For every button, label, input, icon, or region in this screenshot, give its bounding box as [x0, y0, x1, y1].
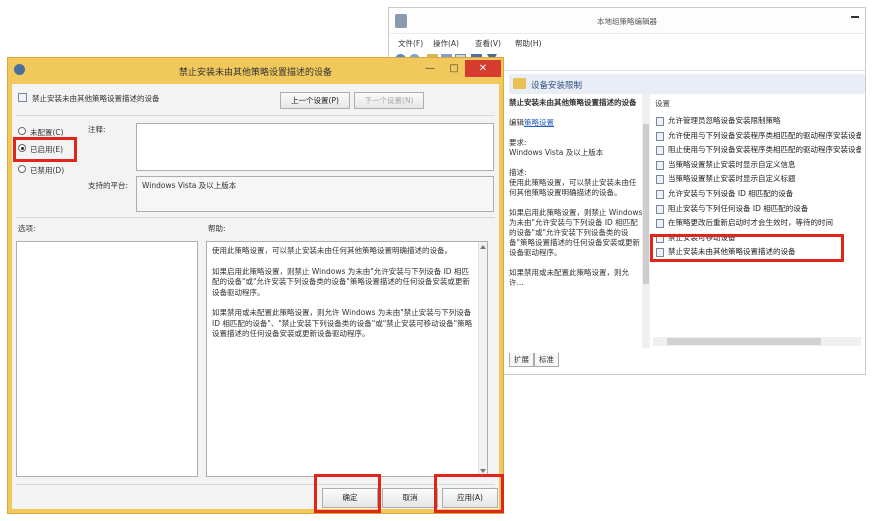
editor-title: 本地组策略编辑器	[597, 17, 657, 26]
help-paragraph: 如果禁用或未配置此策略设置，则允许 Windows 为未由"禁止安装与下列设备 …	[212, 308, 473, 338]
hscroll-thumb[interactable]	[667, 338, 821, 345]
radio-disabled-label: 已禁用(D)	[30, 166, 65, 175]
supported-platform-box: Windows Vista 及以上版本	[136, 176, 494, 212]
options-panel	[16, 241, 198, 477]
help-text: 使用此策略设置，可以禁止安装未由任何其他策略设置明确描述的设备。 如果启用此策略…	[207, 242, 487, 354]
supported-platform-value: Windows Vista 及以上版本	[142, 181, 237, 190]
settings-column-header[interactable]: 设置	[655, 98, 670, 109]
minimize-icon[interactable]: —	[419, 60, 441, 77]
edit-prefix: 编辑	[509, 118, 524, 127]
minimize-icon[interactable]	[851, 16, 859, 18]
setting-row[interactable]: 允许安装与下列设备 ID 相匹配的设备	[655, 187, 861, 202]
description-text: 使用此策略设置，可以禁止安装未由任何其他策略设置明确描述的设备。	[509, 178, 637, 197]
policy-icon	[18, 93, 27, 102]
description-more-2: 如果禁用或未配置此策略设置，则允许...	[509, 268, 629, 287]
policy-icon	[656, 131, 664, 141]
editor-menubar: 文件(F) 操作(A) 查看(V) 帮助(H)	[389, 34, 865, 51]
dialog-titlebar: 禁止安装未由其他策略设置描述的设备 — □ ✕	[8, 58, 503, 82]
policy-icon	[656, 146, 664, 156]
highlight-enabled-radio	[13, 137, 77, 162]
setting-label: 当策略设置禁止安装时显示自定义信息	[668, 159, 796, 169]
setting-row[interactable]: 当策略设置禁止安装时显示自定义标题	[655, 172, 861, 187]
content-header-title: 设备安装限制	[531, 81, 583, 91]
requirements-label: 要求:	[509, 138, 527, 147]
menu-action[interactable]: 操作(A)	[433, 38, 459, 49]
edit-policy-row: 编辑策略设置	[509, 118, 643, 128]
divider	[16, 484, 495, 485]
policy-icon	[656, 117, 664, 126]
dialog-policy-name: 禁止安装未由其他策略设置描述的设备	[32, 94, 160, 103]
dialog-body: 禁止安装未由其他策略设置描述的设备 上一个设置(P) 下一个设置(N) 未配置(…	[12, 84, 499, 509]
description-more: 如果启用此策略设置，则禁止 Windows 为未由"允许安装与下列设备 ID 相…	[509, 208, 643, 257]
editor-titlebar: 本地组策略编辑器	[389, 8, 865, 34]
scroll-up-icon[interactable]	[480, 245, 486, 249]
menu-view[interactable]: 查看(V)	[475, 38, 501, 49]
setting-row[interactable]: 允许使用与下列设备安装程序类相匹配的驱动程序安装设备	[655, 129, 861, 144]
setting-row[interactable]: 阻止使用与下列设备安装程序类相匹配的驱动程序安装设备	[655, 143, 861, 158]
folder-icon	[513, 78, 526, 89]
edit-policy-link[interactable]: 策略设置	[524, 118, 554, 127]
setting-label: 当策略设置禁止安装时显示自定义标题	[668, 174, 796, 184]
setting-label: 阻止使用与下列设备安装程序类相匹配的驱动程序安装设备	[668, 145, 861, 155]
description-block: 描述: 使用此策略设置，可以禁止安装未由任何其他策略设置明确描述的设备。	[509, 168, 643, 198]
setting-row[interactable]: 允许管理员忽略设备安装限制策略	[655, 114, 861, 129]
menu-help[interactable]: 帮助(H)	[515, 38, 542, 49]
comment-textbox[interactable]	[136, 123, 494, 171]
setting-row[interactable]: 阻止安装与下列任何设备 ID 相匹配的设备	[655, 202, 861, 217]
close-icon[interactable]: ✕	[465, 60, 501, 77]
setting-row[interactable]: 在策略更改后重新启动时才会生效时，等待的时间	[655, 216, 861, 231]
requirements-value: Windows Vista 及以上版本	[509, 148, 604, 157]
previous-setting-button[interactable]: 上一个设置(P)	[280, 92, 350, 109]
comment-label: 注释:	[88, 125, 106, 134]
divider	[16, 115, 495, 116]
setting-label: 允许安装与下列设备 ID 相匹配的设备	[668, 188, 794, 198]
extended-description-pane: 禁止安装未由其他策略设置描述的设备 编辑策略设置 要求: Windows Vis…	[509, 98, 643, 348]
policy-setting-dialog: 禁止安装未由其他策略设置描述的设备 — □ ✕ 禁止安装未由其他策略设置描述的设…	[7, 57, 504, 514]
cancel-button[interactable]: 取消	[382, 488, 438, 508]
help-panel: 使用此策略设置，可以禁止安装未由任何其他策略设置明确描述的设备。 如果启用此策略…	[206, 241, 488, 477]
setting-row[interactable]: 当策略设置禁止安装时显示自定义信息	[655, 158, 861, 173]
settings-pane: 设置 允许管理员忽略设备安装限制策略 允许使用与下列设备安装程序类相匹配的驱动程…	[655, 98, 861, 348]
setting-label: 在策略更改后重新启动时才会生效时，等待的时间	[668, 218, 833, 228]
radio-button[interactable]	[18, 165, 26, 173]
policy-icon	[656, 160, 664, 170]
scrollbar-thumb[interactable]	[643, 124, 649, 284]
supported-platform-label: 支持的平台:	[88, 181, 129, 190]
policy-icon	[656, 175, 664, 185]
help-scrollbar[interactable]	[478, 242, 487, 476]
setting-label: 允许使用与下列设备安装程序类相匹配的驱动程序安装设备	[668, 130, 861, 140]
policy-icon	[656, 219, 664, 229]
description-scrollbar[interactable]	[642, 94, 650, 348]
description-label: 描述:	[509, 168, 527, 177]
help-paragraph: 如果启用此策略设置，则禁止 Windows 为未由"允许安装与下列设备 ID 相…	[212, 266, 470, 297]
highlight-selected-setting	[650, 234, 844, 262]
options-label: 选项:	[18, 224, 36, 233]
requirements-block: 要求: Windows Vista 及以上版本	[509, 138, 643, 158]
menu-file[interactable]: 文件(F)	[398, 38, 423, 49]
description-policy-name: 禁止安装未由其他策略设置描述的设备	[509, 98, 637, 107]
settings-hscrollbar[interactable]	[653, 337, 861, 346]
view-tabs: 扩展 标准	[509, 353, 559, 368]
tab-standard[interactable]: 标准	[534, 353, 559, 367]
scroll-down-icon[interactable]	[480, 469, 486, 473]
policy-icon	[656, 189, 664, 199]
setting-label: 阻止安装与下列任何设备 ID 相匹配的设备	[668, 203, 809, 213]
highlight-ok-button	[314, 474, 381, 513]
divider	[16, 217, 495, 218]
setting-label: 允许管理员忽略设备安装限制策略	[668, 116, 781, 125]
help-paragraph: 使用此策略设置，可以禁止安装未由任何其他策略设置明确描述的设备。	[212, 246, 452, 255]
radio-button[interactable]	[18, 127, 26, 135]
maximize-icon[interactable]: □	[443, 60, 465, 77]
policy-icon	[656, 204, 664, 214]
tab-extended[interactable]: 扩展	[509, 353, 534, 367]
content-header: 设备安装限制	[509, 74, 865, 94]
next-setting-button[interactable]: 下一个设置(N)	[354, 92, 424, 109]
help-label: 帮助:	[208, 224, 226, 233]
highlight-apply-button	[434, 474, 504, 513]
